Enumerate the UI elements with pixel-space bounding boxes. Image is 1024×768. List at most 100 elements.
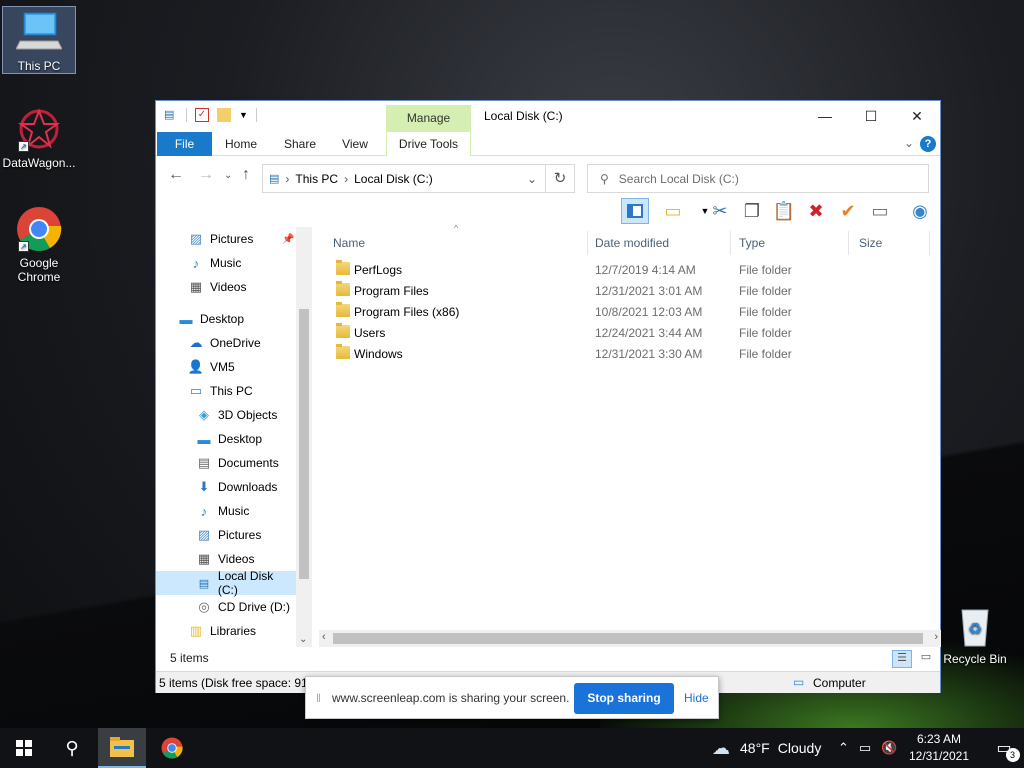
nav-item-documents[interactable]: ▤ Documents — [156, 451, 296, 475]
volume-muted-icon[interactable]: 🔇 — [881, 740, 897, 756]
weather-widget[interactable]: ☁ 48°F Cloudy — [712, 728, 821, 768]
copy-icon[interactable]: ❐ — [738, 198, 766, 224]
search-input[interactable]: ⚲ Search Local Disk (C:) — [587, 164, 929, 193]
show-hidden-icons-icon[interactable]: ⌃ — [838, 740, 849, 756]
command-toolbar: ▭ ▼ ✂ ❐ 📋 ✖ ✔ ▭ ◉ — [156, 196, 940, 226]
desktop-icon-this-pc[interactable]: This PC — [2, 6, 76, 74]
nav-item-label: OneDrive — [210, 336, 261, 350]
file-date: 12/31/2021 3:01 AM — [595, 283, 703, 298]
tab-drive-tools[interactable]: Drive Tools — [386, 132, 471, 156]
nav-item-downloads[interactable]: ⬇ Downloads — [156, 475, 296, 499]
network-globe-icon[interactable]: ◉ — [906, 198, 934, 224]
scroll-right-icon[interactable]: › — [934, 631, 938, 643]
chrome-taskbar-icon[interactable] — [148, 728, 196, 768]
tab-file[interactable]: File — [157, 132, 212, 156]
tab-share[interactable]: Share — [275, 132, 325, 156]
file-type: File folder — [739, 325, 792, 340]
address-dropdown-icon[interactable]: ⌄ — [527, 172, 537, 186]
expand-ribbon-icon[interactable]: ⌄ — [904, 136, 914, 150]
nav-item-onedrive[interactable]: ☁ OneDrive — [156, 331, 296, 355]
pin-icon[interactable]: 📌 — [282, 234, 294, 245]
breadcrumb-this-pc[interactable]: This PC — [295, 172, 338, 186]
nav-item-music-2[interactable]: ♪ Music — [156, 499, 296, 523]
maximize-icon[interactable]: ☐ — [848, 101, 894, 132]
nav-item-label: This PC — [210, 384, 253, 398]
nav-item-3d-objects[interactable]: ◈ 3D Objects — [156, 403, 296, 427]
customize-qat-icon[interactable]: ▼ — [239, 110, 248, 120]
search-icon[interactable]: ⚲ — [48, 728, 96, 768]
table-row[interactable]: PerfLogs 12/7/2019 4:14 AM File folder — [324, 259, 924, 280]
desktop-icon-google-chrome[interactable]: ↗ Google Chrome — [2, 206, 76, 284]
back-arrow-icon[interactable]: ← — [168, 166, 184, 184]
close-icon[interactable]: ✕ — [894, 101, 940, 132]
address-bar[interactable]: ▤ › This PC › Local Disk (C:) ⌄ — [262, 164, 546, 193]
nav-scrollbar-thumb[interactable] — [299, 309, 309, 579]
hide-link[interactable]: Hide — [684, 691, 709, 705]
table-row[interactable]: Program Files (x86) 10/8/2021 12:03 AM F… — [324, 301, 924, 322]
tab-view[interactable]: View — [332, 132, 378, 156]
table-row[interactable]: Users 12/24/2021 3:44 AM File folder — [324, 322, 924, 343]
stop-sharing-button[interactable]: Stop sharing — [574, 683, 674, 714]
properties-icon[interactable]: ✓ — [195, 108, 209, 122]
column-header-type[interactable]: Type — [730, 231, 849, 255]
notification-center-icon[interactable]: ▭ 3 — [984, 728, 1024, 768]
file-list[interactable]: Name ^ Date modified Type Size PerfLogs … — [324, 223, 941, 627]
new-folder-icon[interactable]: ▭ — [659, 198, 687, 224]
new-folder-icon[interactable] — [217, 108, 231, 122]
nav-item-desktop-2[interactable]: ▬ Desktop — [156, 427, 296, 451]
clock[interactable]: 6:23 AM 12/31/2021 — [906, 731, 972, 765]
nav-item-vm5[interactable]: 👤 VM5 — [156, 355, 296, 379]
nav-item-desktop[interactable]: ▬ Desktop — [156, 307, 296, 331]
nav-item-videos-2[interactable]: ▦ Videos — [156, 547, 296, 571]
help-icon[interactable]: ? — [920, 136, 936, 152]
svg-text:♻: ♻ — [968, 621, 982, 638]
forward-arrow-icon[interactable]: → — [198, 166, 214, 184]
drag-handle-icon[interactable]: ‖ — [316, 691, 321, 705]
minimize-icon[interactable]: — — [802, 101, 848, 132]
notification-count-badge: 3 — [1005, 748, 1020, 762]
checkmark-icon[interactable]: ✔ — [834, 198, 862, 224]
scroll-left-icon[interactable]: ‹ — [322, 631, 326, 643]
nav-item-cd-drive[interactable]: ◎ CD Drive (D:) — [156, 595, 296, 619]
table-row[interactable]: Windows 12/31/2021 3:30 AM File folder — [324, 343, 924, 364]
recent-locations-icon[interactable]: ⌄ — [224, 170, 232, 181]
nav-item-pictures[interactable]: ▨ Pictures 📌 — [156, 227, 296, 251]
window-title: Local Disk (C:) — [484, 109, 563, 123]
nav-item-this-pc[interactable]: ▭ This PC — [156, 379, 296, 403]
tab-manage[interactable]: Manage — [386, 105, 471, 132]
refresh-icon[interactable]: ↻ — [545, 164, 575, 193]
breadcrumb-local-disk[interactable]: Local Disk (C:) — [354, 172, 433, 186]
rename-icon[interactable]: ▭ — [866, 198, 894, 224]
taskbar: ⚲ ☁ 48°F Cloudy ⌃ ▭ 🔇 6:23 AM 12/31/2021… — [0, 728, 1024, 768]
windows-start-icon[interactable] — [0, 728, 48, 768]
desktop-icon-datawagon[interactable]: ↗ DataWagon... — [2, 106, 76, 170]
column-header-size[interactable]: Size — [850, 231, 930, 255]
nav-item-music[interactable]: ♪ Music — [156, 251, 296, 275]
navigation-pane[interactable]: ▨ Pictures 📌 ♪ Music ▦ Videos ▬ Desktop ☁ OneD… — [156, 227, 312, 647]
network-icon[interactable]: ▭ — [859, 740, 871, 756]
nav-item-libraries[interactable]: ▥ Libraries — [156, 619, 296, 643]
table-row[interactable]: Program Files 12/31/2021 3:01 AM File fo… — [324, 280, 924, 301]
paste-icon[interactable]: 📋 — [770, 198, 798, 224]
column-header-name[interactable]: Name — [324, 231, 588, 255]
delete-icon[interactable]: ✖ — [802, 198, 830, 224]
preview-pane-icon[interactable] — [621, 198, 649, 224]
column-header-date[interactable]: Date modified — [586, 231, 731, 255]
file-explorer-window[interactable]: ▤ ✓ ▼ Manage Local Disk (C:) — ☐ ✕ File … — [155, 100, 941, 693]
nav-item-local-disk[interactable]: ▤ Local Disk (C:) — [156, 569, 296, 597]
cut-icon[interactable]: ✂ — [706, 198, 734, 224]
large-icons-view-icon[interactable]: ▭ — [916, 650, 936, 668]
file-explorer-taskbar-icon[interactable] — [98, 728, 146, 768]
desktop-icon-recycle-bin[interactable]: ♻ Recycle Bin — [938, 602, 1012, 666]
scroll-down-icon[interactable]: ⌄ — [299, 634, 307, 645]
breadcrumb-separator-icon[interactable]: › — [344, 172, 348, 186]
breadcrumb-separator-icon[interactable]: › — [285, 172, 289, 186]
details-view-icon[interactable]: ☰ — [892, 650, 912, 668]
up-arrow-icon[interactable]: ↑ — [242, 166, 250, 184]
tab-home[interactable]: Home — [216, 132, 266, 156]
title-bar[interactable]: ▤ ✓ ▼ Manage Local Disk (C:) — ☐ ✕ — [156, 101, 940, 132]
nav-item-pictures-2[interactable]: ▨ Pictures — [156, 523, 296, 547]
nav-item-videos[interactable]: ▦ Videos — [156, 275, 296, 299]
horizontal-scrollbar-thumb[interactable] — [333, 633, 923, 644]
horizontal-scrollbar[interactable]: ‹ › — [319, 630, 941, 647]
